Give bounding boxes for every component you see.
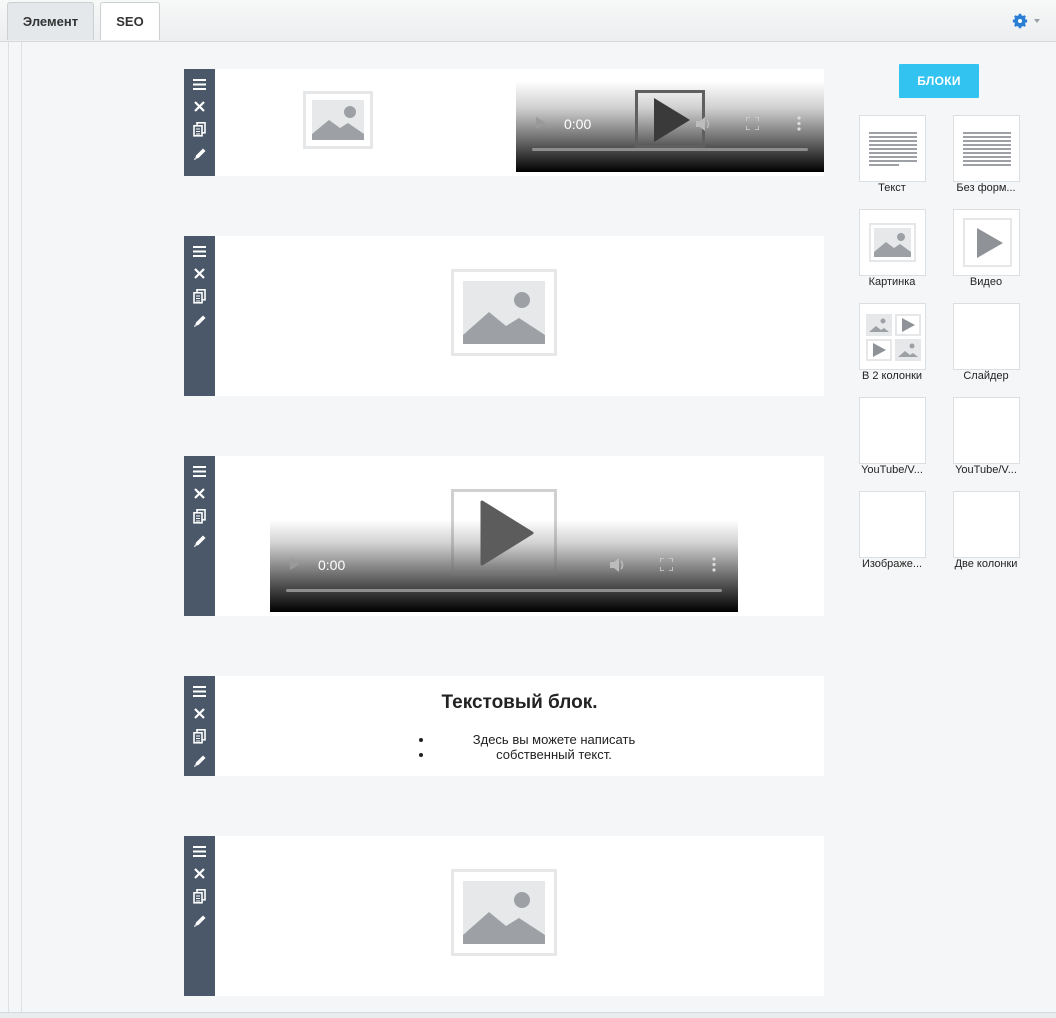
text-block-title[interactable]: Текстовый блок. [184,692,824,714]
tile-label: Видео [969,276,1003,288]
tile-two-columns[interactable] [953,491,1020,558]
tile-label: Без форм... [956,182,1016,194]
content-block-image [184,836,824,996]
tile-slider[interactable] [953,303,1020,370]
video-time: 0:00 [564,116,592,132]
tile-youtube-2[interactable] [953,397,1020,464]
tab-element[interactable]: Элемент [7,2,94,40]
play-button-icon[interactable] [536,117,546,129]
edit-pencil-icon[interactable] [190,311,209,330]
volume-icon[interactable] [610,558,626,572]
list-item[interactable]: Здесь вы можете написать [434,732,674,747]
content-block-image [184,236,824,396]
tile-label: В 2 колонки [861,370,923,382]
block-toolbar [184,456,215,616]
video-progress-bar[interactable] [532,148,808,151]
tile-label: Изображе... [861,558,923,570]
drag-handle-icon[interactable] [190,462,209,481]
drag-handle-icon[interactable] [190,75,209,94]
tab-seo[interactable]: SEO [100,2,160,40]
image-icon [869,223,916,262]
tile-unformatted[interactable] [953,115,1020,182]
play-icon [963,218,1012,267]
more-options-icon[interactable] [712,557,716,572]
tile-label: Две колонки [954,558,1018,570]
fullscreen-icon[interactable] [660,558,673,571]
content-block-text: Текстовый блок. Здесь вы можете написать… [184,676,824,776]
volume-icon[interactable] [696,117,712,131]
copy-icon[interactable] [190,507,209,526]
block-toolbar [184,676,215,776]
play-icon [480,500,534,566]
text-block-list[interactable]: Здесь вы можете написать собственный тек… [414,732,674,762]
tile-text[interactable] [859,115,926,182]
play-icon [654,98,690,142]
fullscreen-icon[interactable] [746,117,759,130]
copy-icon[interactable] [190,287,209,306]
edit-pencil-icon[interactable] [190,751,209,770]
tile-label: Слайдер [963,370,1009,382]
copy-icon[interactable] [190,887,209,906]
text-lines-icon [869,132,917,166]
image-icon [312,100,364,140]
text-lines-icon [963,132,1011,166]
image-icon [463,281,545,344]
edit-pencil-icon[interactable] [190,144,209,163]
image-placeholder[interactable] [451,269,557,356]
video-placeholder-frame [451,489,557,576]
content-block-image-video: 0:00 [184,69,824,176]
block-toolbar [184,69,215,176]
drag-handle-icon[interactable] [190,242,209,261]
block-toolbar [184,836,215,996]
video-placeholder-frame [635,90,705,148]
tile-video[interactable] [953,209,1020,276]
list-item[interactable]: собственный текст. [434,747,674,762]
video-player[interactable]: 0:00 [516,81,824,172]
drag-handle-icon[interactable] [190,842,209,861]
delete-icon[interactable] [190,264,209,283]
copy-icon[interactable] [190,727,209,746]
image-placeholder[interactable] [451,869,557,956]
bottom-bar [0,1012,1056,1018]
tile-images[interactable] [859,491,926,558]
tile-image[interactable] [859,209,926,276]
tab-bar: Элемент SEO [0,0,1056,42]
two-columns-icon [866,314,921,361]
play-button-icon[interactable] [290,558,300,570]
delete-icon[interactable] [190,97,209,116]
content-block-video: 0:00 [184,456,824,616]
more-options-icon[interactable] [797,116,801,131]
tile-label: Текст [878,182,906,194]
tile-two-columns-media[interactable] [859,303,926,370]
gear-icon[interactable] [1010,11,1030,31]
tile-label: YouTube/V... [955,464,1017,476]
edit-pencil-icon[interactable] [190,531,209,550]
copy-icon[interactable] [190,120,209,139]
gear-dropdown-arrow-icon[interactable] [1034,19,1040,23]
video-progress-bar[interactable] [286,589,722,592]
video-time: 0:00 [318,557,346,573]
divider [21,42,22,1012]
blocks-button[interactable]: БЛОКИ [899,64,979,98]
edit-pencil-icon[interactable] [190,911,209,930]
tile-youtube-1[interactable] [859,397,926,464]
image-placeholder[interactable] [303,91,373,149]
image-icon [463,881,545,944]
tile-label: YouTube/V... [861,464,923,476]
delete-icon[interactable] [190,484,209,503]
delete-icon[interactable] [190,864,209,883]
block-toolbar [184,236,215,396]
tile-label: Картинка [868,276,916,288]
